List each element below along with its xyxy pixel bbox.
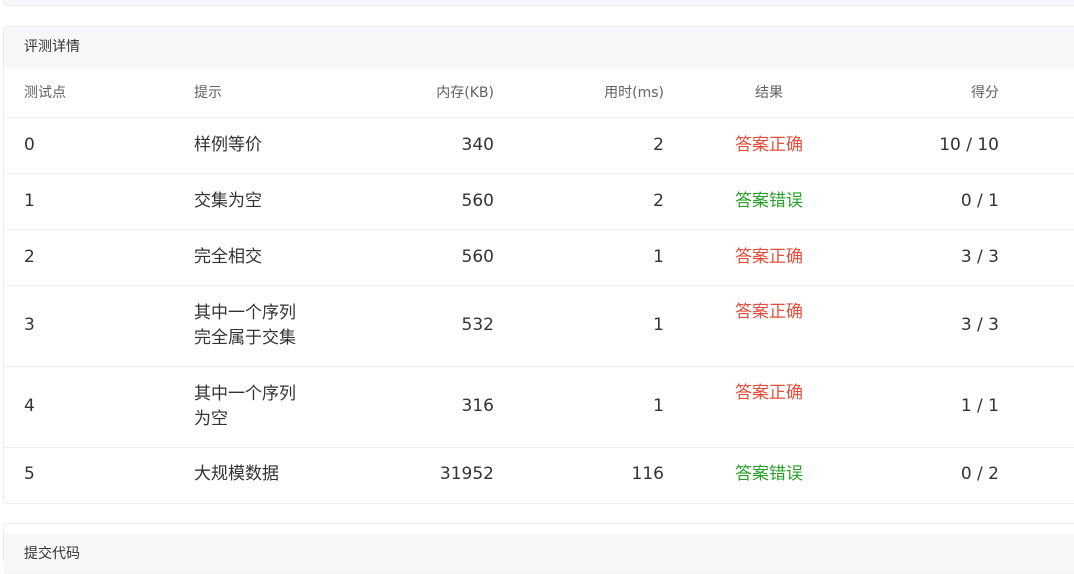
column-header-case: 测试点 <box>4 67 194 118</box>
row-spacer <box>999 173 1074 230</box>
case-hint-line: 为空 <box>194 408 228 429</box>
case-hint: 大规模数据 <box>194 447 364 502</box>
case-memory: 31952 <box>439 464 494 485</box>
row-spacer <box>999 285 1074 367</box>
case-hint-line: 其中一个序列 <box>194 383 296 404</box>
case-time: 1 <box>494 366 664 448</box>
case-memory: 340 <box>364 117 494 174</box>
column-header-memory: 内存(KB) <box>364 67 494 118</box>
case-hint-line: 交集为空 <box>194 190 262 211</box>
case-hint-line: 样例等价 <box>194 134 262 155</box>
table-row: 3 其中一个序列 完全属于交集 532 1 答案正确 3 / 3 <box>4 285 1074 367</box>
case-id: 5 <box>24 464 35 485</box>
row-spacer <box>999 447 1074 502</box>
case-result-status: 答案正确 <box>664 229 874 286</box>
table-row: 2 完全相交 560 1 答案正确 3 / 3 <box>4 229 1074 286</box>
case-time: 1 <box>494 285 664 367</box>
column-header-result: 结果 <box>664 67 874 118</box>
case-result-status: 答案正确 <box>664 285 874 367</box>
case-memory: 560 <box>364 173 494 230</box>
column-header-score: 得分 <box>874 67 999 118</box>
case-result-status: 答案正确 <box>664 117 874 174</box>
case-score: 3 / 3 <box>874 285 999 367</box>
case-hint: 样例等价 <box>194 117 364 174</box>
judge-detail-panel: 评测详情 测试点 提示 内存(KB) 用时(ms) 结果 得分 0 样例等价 340… <box>3 26 1074 504</box>
column-spacer <box>999 67 1074 118</box>
case-time: 2 <box>494 117 664 174</box>
row-spacer <box>999 117 1074 174</box>
case-time: 1 <box>494 229 664 286</box>
case-id: 2 <box>4 229 194 286</box>
table-header-row: 测试点 提示 内存(KB) 用时(ms) 结果 得分 <box>4 67 1074 118</box>
row-spacer <box>999 229 1074 286</box>
case-score: 1 / 1 <box>874 366 999 448</box>
case-memory: 532 <box>364 285 494 367</box>
case-result-status: 答案正确 <box>664 366 874 448</box>
submitted-code-title: 提交代码 <box>4 534 1074 574</box>
case-id: 1 <box>4 173 194 230</box>
case-hint-line: 完全相交 <box>194 246 262 267</box>
column-header-hint: 提示 <box>194 67 364 118</box>
previous-panel <box>3 0 1074 6</box>
submitted-code-panel: 提交代码 <box>3 523 1074 574</box>
panel-title: 评测详情 <box>4 27 1074 67</box>
case-hint: 其中一个序列 为空 <box>194 366 364 448</box>
case-hint: 其中一个序列 完全属于交集 <box>194 285 364 367</box>
case-hint-line: 完全属于交集 <box>194 327 296 348</box>
case-score: 0 / 1 <box>874 173 999 230</box>
case-score: 10 / 10 <box>874 117 999 174</box>
table-row: 5 大规模数据 31952 116 答案错误 0 / 2 <box>4 447 1074 502</box>
case-hint: 完全相交 <box>194 229 364 286</box>
case-time: 2 <box>494 173 664 230</box>
judge-detail-table: 测试点 提示 内存(KB) 用时(ms) 结果 得分 0 样例等价 340 2 答案正确… <box>4 67 1074 502</box>
table-row: 0 样例等价 340 2 答案正确 10 / 10 <box>4 117 1074 174</box>
table-row: 4 其中一个序列 为空 316 1 答案正确 1 / 1 <box>4 366 1074 448</box>
case-result-status: 答案错误 <box>735 464 803 485</box>
case-hint-line: 大规模数据 <box>194 464 279 485</box>
case-score: 0 / 2 <box>960 464 999 485</box>
case-hint-line: 其中一个序列 <box>194 302 296 323</box>
case-id: 0 <box>4 117 194 174</box>
case-score: 3 / 3 <box>874 229 999 286</box>
case-time: 116 <box>631 464 664 485</box>
row-spacer <box>999 366 1074 448</box>
column-header-time: 用时(ms) <box>494 67 664 118</box>
case-memory: 316 <box>364 366 494 448</box>
case-id: 4 <box>4 366 194 448</box>
case-id: 3 <box>4 285 194 367</box>
case-result-status: 答案错误 <box>664 173 874 230</box>
table-row: 1 交集为空 560 2 答案错误 0 / 1 <box>4 173 1074 230</box>
case-memory: 560 <box>364 229 494 286</box>
case-hint: 交集为空 <box>194 173 364 230</box>
